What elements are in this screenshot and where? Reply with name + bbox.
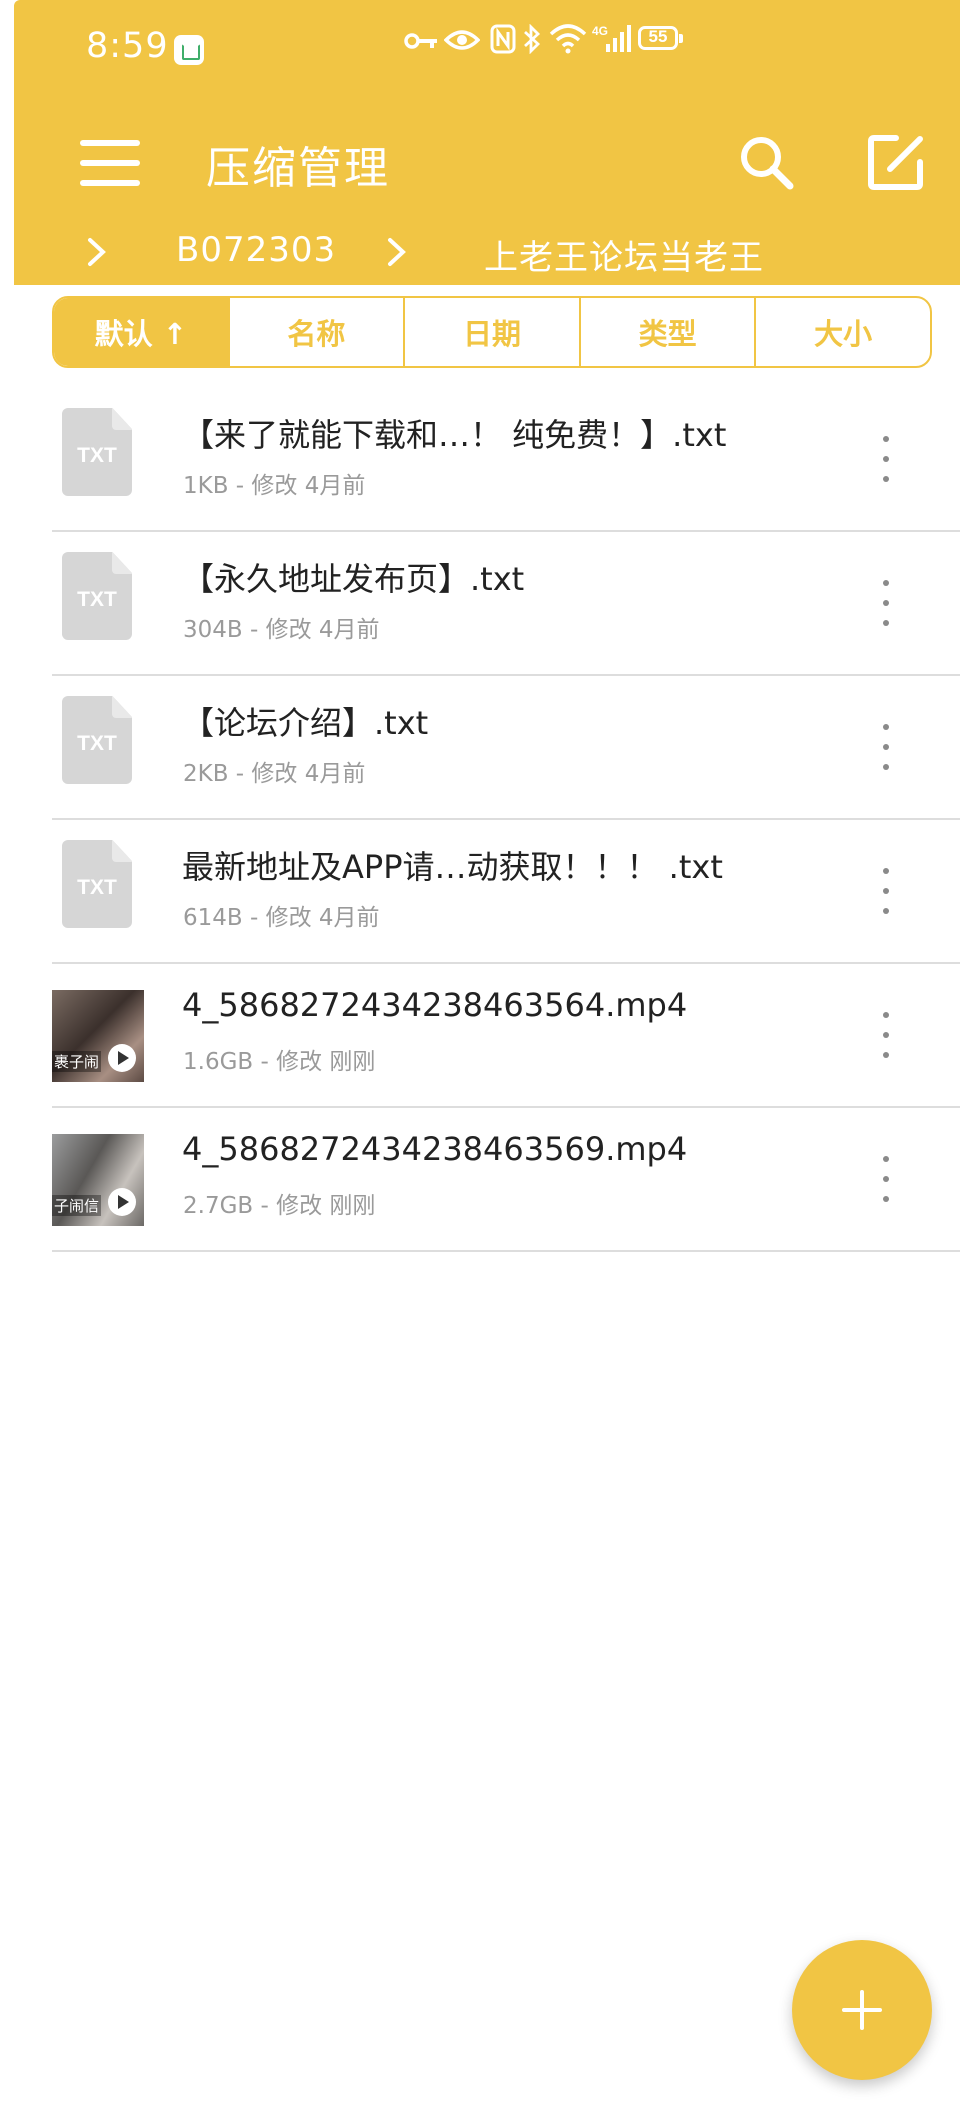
file-row[interactable]: 裹子闹 4_5868272434238463564.mp4 1.6GB - 修改… [52,964,960,1108]
more-options-icon[interactable] [874,1154,898,1206]
file-row[interactable]: 子闹信 4_5868272434238463569.mp4 2.7GB - 修改… [52,1108,960,1252]
txt-file-icon: TXT [62,840,132,928]
file-row[interactable]: TXT 【论坛介绍】.txt 2KB - 修改 4月前 [52,676,960,820]
play-icon [108,1044,136,1072]
video-thumbnail: 裹子闹 [52,990,144,1082]
plus-icon [842,1990,882,2030]
battery-icon: 55 [638,26,686,54]
chevron-right-icon [388,238,406,266]
status-time: 8:59 [86,26,169,66]
file-meta: 614B - 修改 4月前 [183,905,380,931]
app-header: 8:59 4G 55 压缩管理 B072303 上老王论坛当老王 [14,0,960,285]
breadcrumb-item-current[interactable]: 上老王论坛当老王 [484,230,764,279]
battery-level: 55 [648,27,668,46]
sort-tab-date[interactable]: 日期 [403,298,579,366]
key-icon [404,33,437,49]
file-name: 4_5868272434238463569.mp4 [182,1130,688,1168]
menu-icon[interactable] [80,136,140,190]
signal-icon: 4G [592,24,631,52]
breadcrumb: B072303 上老王论坛当老王 [14,222,960,282]
file-name: 【来了就能下载和…！ 纯免费！】.txt [182,416,727,454]
chevron-right-icon [88,238,106,266]
file-name: 最新地址及APP请…动获取！！！ .txt [182,848,723,886]
file-icon-label: TXT [77,732,117,755]
sort-tab-size[interactable]: 大小 [754,298,930,366]
page-title: 压缩管理 [206,143,390,194]
file-name: 4_5868272434238463564.mp4 [182,986,688,1024]
toolbar: 压缩管理 [14,110,960,210]
file-meta: 2KB - 修改 4月前 [183,761,366,787]
more-options-icon[interactable] [874,1010,898,1062]
add-button[interactable] [792,1940,932,2080]
more-options-icon[interactable] [874,866,898,918]
sort-tabs: 默认 ↑ 名称 日期 类型 大小 [52,296,932,368]
bluetooth-icon [524,24,541,54]
file-meta: 2.7GB - 修改 刚刚 [183,1193,376,1219]
txt-file-icon: TXT [62,408,132,496]
file-icon-label: TXT [77,876,117,899]
file-meta: 1.6GB - 修改 刚刚 [183,1049,376,1075]
breadcrumb-item-folder[interactable]: B072303 [176,230,336,270]
status-bar: 8:59 4G 55 [14,0,960,100]
more-options-icon[interactable] [874,578,898,630]
more-options-icon[interactable] [874,434,898,486]
file-meta: 1KB - 修改 4月前 [183,473,366,499]
edit-icon[interactable] [866,132,926,192]
txt-file-icon: TXT [62,696,132,784]
more-options-icon[interactable] [874,722,898,774]
file-row[interactable]: TXT 【来了就能下载和…！ 纯免费！】.txt 1KB - 修改 4月前 [52,388,960,532]
file-name: 【论坛介绍】.txt [182,704,429,742]
file-meta: 304B - 修改 4月前 [183,617,380,643]
search-icon[interactable] [736,132,796,192]
txt-file-icon: TXT [62,552,132,640]
nfc-icon [490,24,516,54]
wifi-icon [549,24,587,54]
file-row[interactable]: TXT 最新地址及APP请…动获取！！！ .txt 614B - 修改 4月前 [52,820,960,964]
sort-tab-type[interactable]: 类型 [578,298,755,366]
file-name: 【永久地址发布页】.txt [182,560,525,598]
file-icon-label: TXT [77,588,117,611]
file-row[interactable]: TXT 【永久地址发布页】.txt 304B - 修改 4月前 [52,532,960,676]
file-icon-label: TXT [77,444,117,467]
svg-text:4G: 4G [592,24,608,38]
eye-icon [444,30,480,50]
play-icon [108,1188,136,1216]
thumbnail-caption: 子闹信 [52,1195,102,1216]
sort-tab-name[interactable]: 名称 [227,298,404,366]
thumbnail-caption: 裹子闹 [52,1051,102,1072]
app-store-icon [174,35,204,65]
video-thumbnail: 子闹信 [52,1134,144,1226]
sort-tab-default[interactable]: 默认 ↑ [54,298,228,366]
